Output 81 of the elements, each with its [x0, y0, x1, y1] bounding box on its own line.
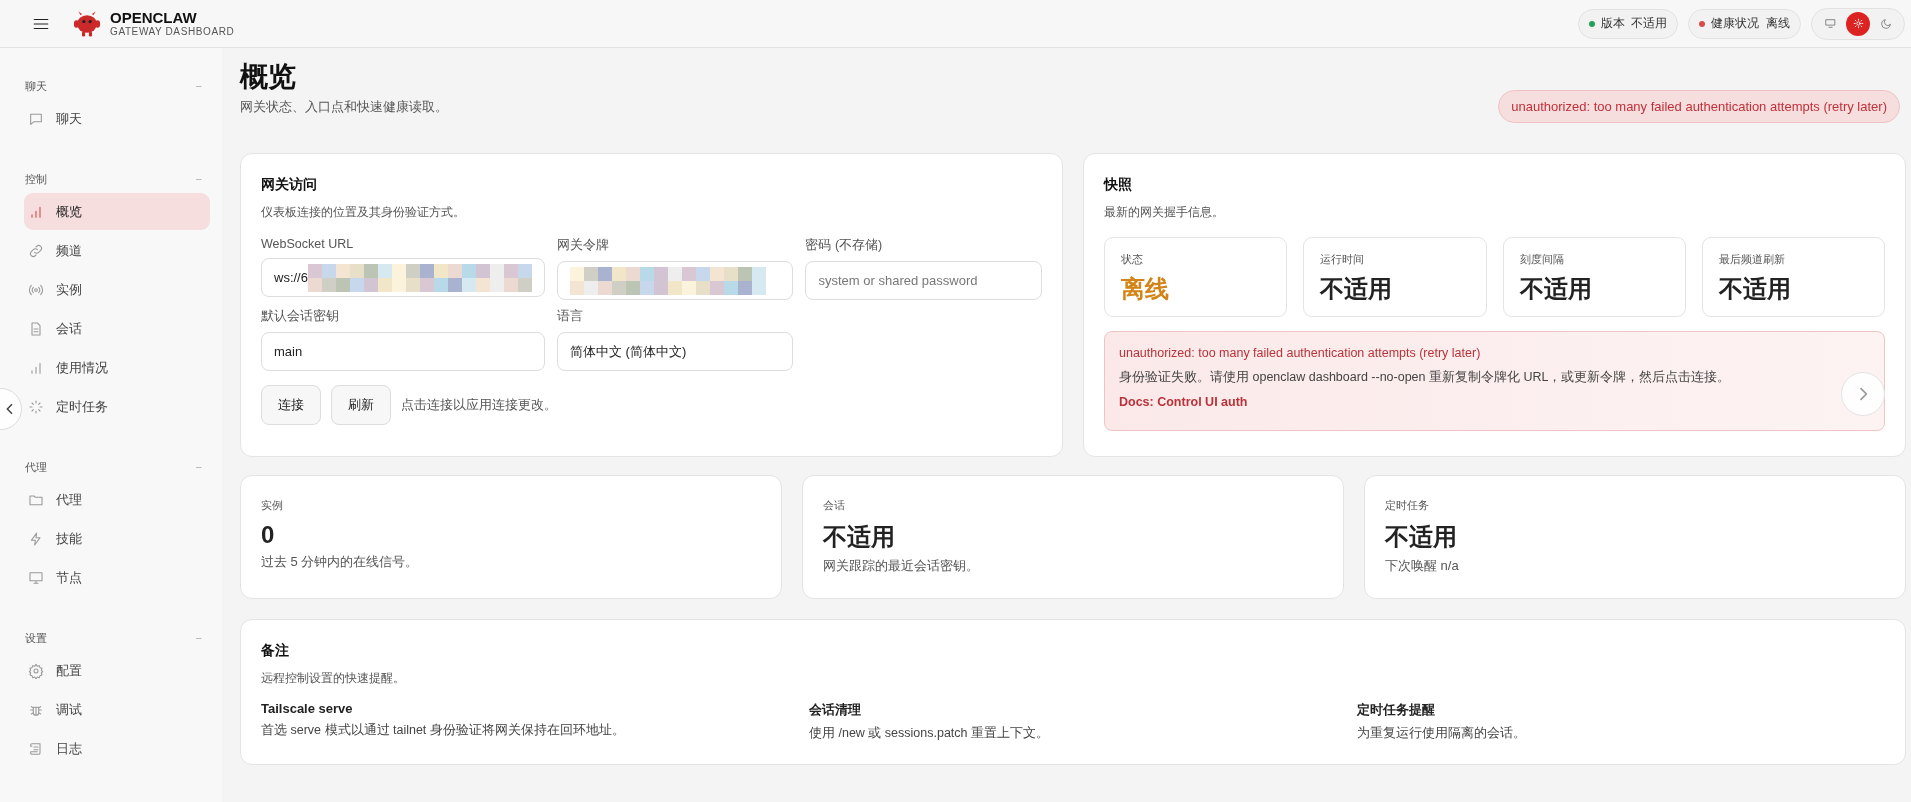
stat-value: 离线 [1121, 274, 1170, 304]
stat-label: 状态 [1121, 252, 1144, 267]
card-title: 快照 [1104, 176, 1133, 194]
input-field[interactable]: 简体中文 (简体中文) [556, 332, 794, 371]
docs-link[interactable]: Docs: Control UI auth [1119, 395, 1248, 409]
scroll-icon [28, 740, 44, 757]
note-title: Tailscale serve [261, 701, 354, 716]
card-subtitle: 仪表板连接的位置及其身份验证方式。 [261, 204, 466, 221]
card-title: 网关访问 [261, 176, 318, 194]
status-text: 健康状况 离线 [1711, 15, 1790, 32]
stat-value: 不适用 [1320, 274, 1394, 304]
summary-note: 下次唤醒 n/a [1385, 557, 1460, 575]
action-button[interactable]: 连接 [261, 385, 321, 425]
summary-note: 网关跟踪的最近会话密钥。 [823, 557, 980, 575]
note-text: 使用 /new 或 sessions.patch 重置上下文。 [809, 725, 1050, 742]
card-subtitle: 最新的网关握手信息。 [1104, 204, 1225, 221]
nav-item[interactable]: 聊天 [24, 100, 210, 137]
nav-item[interactable]: 技能 [24, 520, 210, 557]
status-text: 版本 不适用 [1600, 15, 1668, 32]
summary-value: 不适用 [823, 522, 896, 552]
note-text: 首选 serve 模式以通过 tailnet 身份验证将网关保持在回环地址。 [261, 722, 626, 739]
stat-label: 刻度间隔 [1519, 252, 1565, 267]
settings-icon [28, 662, 44, 679]
alert-detail: 身份验证失败。请使用 openclaw dashboard --no-open 重新复制令牌化 URL，或更新令牌，然后点击连接。 [1119, 369, 1732, 386]
hint-text: 点击连接以应用连接更改。 [401, 396, 557, 414]
field-label: 默认会话密钥 [261, 308, 340, 325]
field-label: 网关令牌 [556, 237, 610, 254]
field-label: WebSocket URL [261, 237, 355, 251]
field-label: 语言 [556, 308, 584, 325]
nav-item[interactable]: 概览 [24, 193, 210, 230]
monitor-icon [28, 569, 44, 586]
link-icon [28, 242, 44, 259]
input-field[interactable] [556, 261, 794, 300]
nav-item[interactable]: 频道 [24, 232, 210, 269]
nav-group-title: 聊天 [25, 78, 47, 94]
monitor-icon [1823, 17, 1837, 30]
input-field[interactable]: main [261, 332, 545, 371]
sun-icon [1851, 17, 1865, 30]
summary-value: 不适用 [1385, 522, 1458, 552]
summary-label: 实例 [261, 498, 284, 513]
note-title: 定时任务提醒 [1357, 701, 1436, 719]
theme-button[interactable] [1846, 11, 1870, 36]
brand-subtitle: GATEWAY DASHBOARD [110, 26, 235, 38]
next-button[interactable] [1841, 372, 1885, 416]
alert-message: unauthorized: too many failed authentication attempts (retry later) [1119, 346, 1482, 360]
action-button[interactable]: 刷新 [331, 385, 391, 425]
page-subtitle: 网关状态、入口点和快速健康读取。 [240, 98, 448, 116]
nav-item[interactable]: 配置 [24, 652, 210, 689]
nav-item[interactable]: 节点 [24, 559, 210, 596]
nav-item[interactable]: 会话 [24, 310, 210, 347]
document-icon [28, 320, 44, 337]
nav-item[interactable]: 定时任务 [24, 388, 210, 425]
stat-label: 运行时间 [1320, 252, 1366, 267]
summary-note: 过去 5 分钟内的在线信号。 [261, 553, 420, 571]
stat-value: 不适用 [1718, 274, 1792, 304]
summary-label: 会话 [823, 498, 846, 513]
nav-group-title: 控制 [25, 171, 47, 187]
stat-label: 最后频道刷新 [1718, 252, 1786, 267]
brand-name: OPENCLAW [110, 9, 198, 27]
stat-value: 不适用 [1519, 274, 1593, 304]
nav-item[interactable]: 调试 [24, 691, 210, 728]
nav-item[interactable]: 使用情况 [24, 349, 210, 386]
nav-item[interactable]: 代理 [24, 481, 210, 518]
card-subtitle: 远程控制设置的快速提醒。 [261, 670, 406, 687]
card-title: 备注 [261, 642, 290, 660]
summary-label: 定时任务 [1385, 498, 1430, 513]
input-field[interactable]: system or shared password [805, 261, 1042, 300]
note-title: 会话清理 [809, 701, 862, 719]
summary-value: 0 [261, 521, 276, 549]
note-text: 为重复运行使用隔离的会话。 [1357, 725, 1527, 742]
error-badge: unauthorized: too many failed authentication attempts (retry later) [1498, 90, 1900, 123]
nav-group-title: 设置 [25, 630, 47, 646]
nav-group-title: 代理 [25, 459, 47, 475]
page-title: 概览 [240, 60, 297, 94]
field-label: 密码 (不存储) [805, 237, 884, 254]
nav-item[interactable]: 实例 [24, 271, 210, 308]
lightning-icon [28, 530, 44, 547]
moon-icon [1879, 17, 1893, 30]
nav-item[interactable]: 日志 [24, 730, 210, 767]
loader-icon [28, 398, 44, 415]
input-field[interactable]: ws://6 [261, 258, 545, 297]
